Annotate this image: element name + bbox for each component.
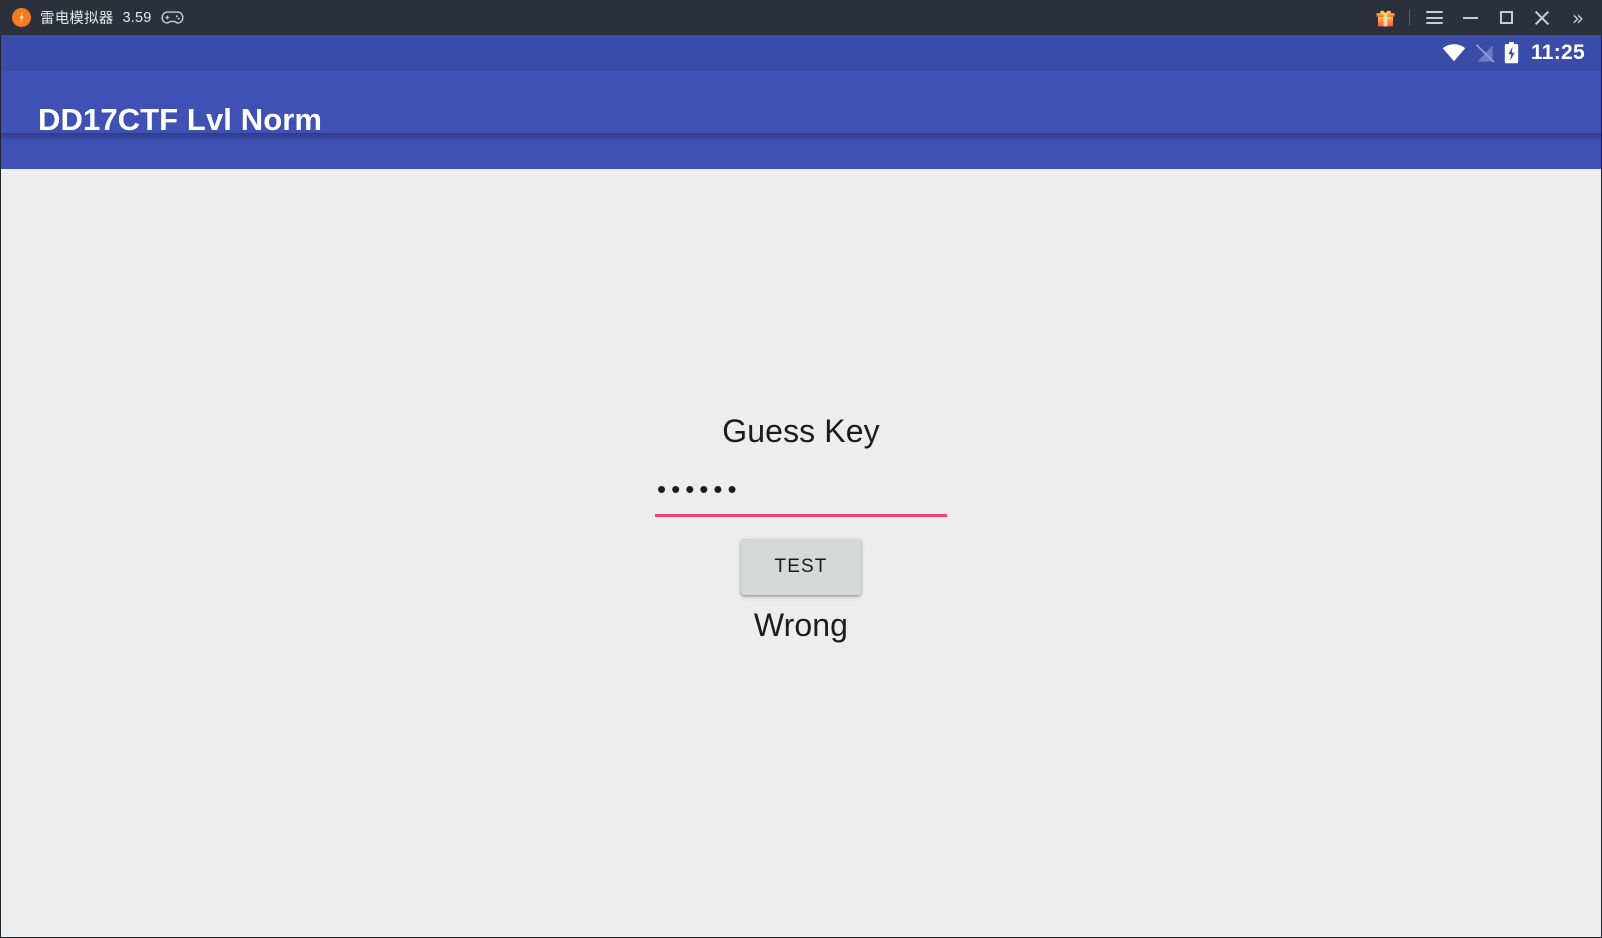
test-button[interactable]: TEST bbox=[741, 539, 861, 595]
close-button[interactable] bbox=[1524, 0, 1560, 35]
android-status-bar: 11:25 bbox=[1, 35, 1601, 71]
guess-key-label: Guess Key bbox=[722, 413, 880, 449]
battery-charging-icon bbox=[1504, 42, 1519, 64]
app-bar: DD17CTF Lvl Norm bbox=[1, 71, 1601, 169]
titlebar-divider bbox=[1409, 9, 1410, 26]
ldplayer-logo-icon bbox=[12, 8, 31, 27]
emulator-title-left-group: 雷电模拟器 3.59 bbox=[12, 7, 184, 28]
android-screen: 11:25 DD17CTF Lvl Norm Guess Key TEST Wr… bbox=[0, 35, 1602, 938]
result-status-text: Wrong bbox=[753, 607, 849, 643]
key-input[interactable] bbox=[655, 471, 947, 517]
wifi-icon bbox=[1442, 44, 1466, 62]
no-sim-icon bbox=[1475, 43, 1495, 63]
minimize-icon bbox=[1462, 16, 1478, 19]
gift-icon bbox=[1376, 10, 1394, 26]
page-title: DD17CTF Lvl Norm bbox=[38, 102, 323, 137]
guess-key-form: Guess Key TEST Wrong bbox=[655, 415, 947, 641]
emulator-app-name: 雷电模拟器 bbox=[40, 11, 114, 27]
expand-sidebar-button[interactable]: » bbox=[1560, 0, 1596, 35]
minimize-button[interactable] bbox=[1452, 0, 1488, 35]
close-icon bbox=[1534, 10, 1550, 26]
menu-button[interactable] bbox=[1416, 0, 1452, 35]
hamburger-menu-icon bbox=[1425, 11, 1443, 24]
gamepad-icon[interactable] bbox=[161, 10, 184, 25]
main-content: Guess Key TEST Wrong bbox=[1, 169, 1601, 937]
emulator-version: 3.59 bbox=[122, 9, 152, 26]
double-chevron-right-icon: » bbox=[1571, 5, 1585, 30]
maximize-icon bbox=[1499, 11, 1513, 24]
gift-button[interactable] bbox=[1367, 0, 1403, 35]
status-bar-clock: 11:25 bbox=[1530, 41, 1585, 64]
emulator-title-bar[interactable]: 雷电模拟器 3.59 » bbox=[0, 0, 1602, 35]
emulator-window-controls: » bbox=[1367, 0, 1596, 35]
emulator-window: 雷电模拟器 3.59 » 11:25 DD17CTF Lvl Norm Gues… bbox=[0, 0, 1602, 938]
maximize-button[interactable] bbox=[1488, 0, 1524, 35]
